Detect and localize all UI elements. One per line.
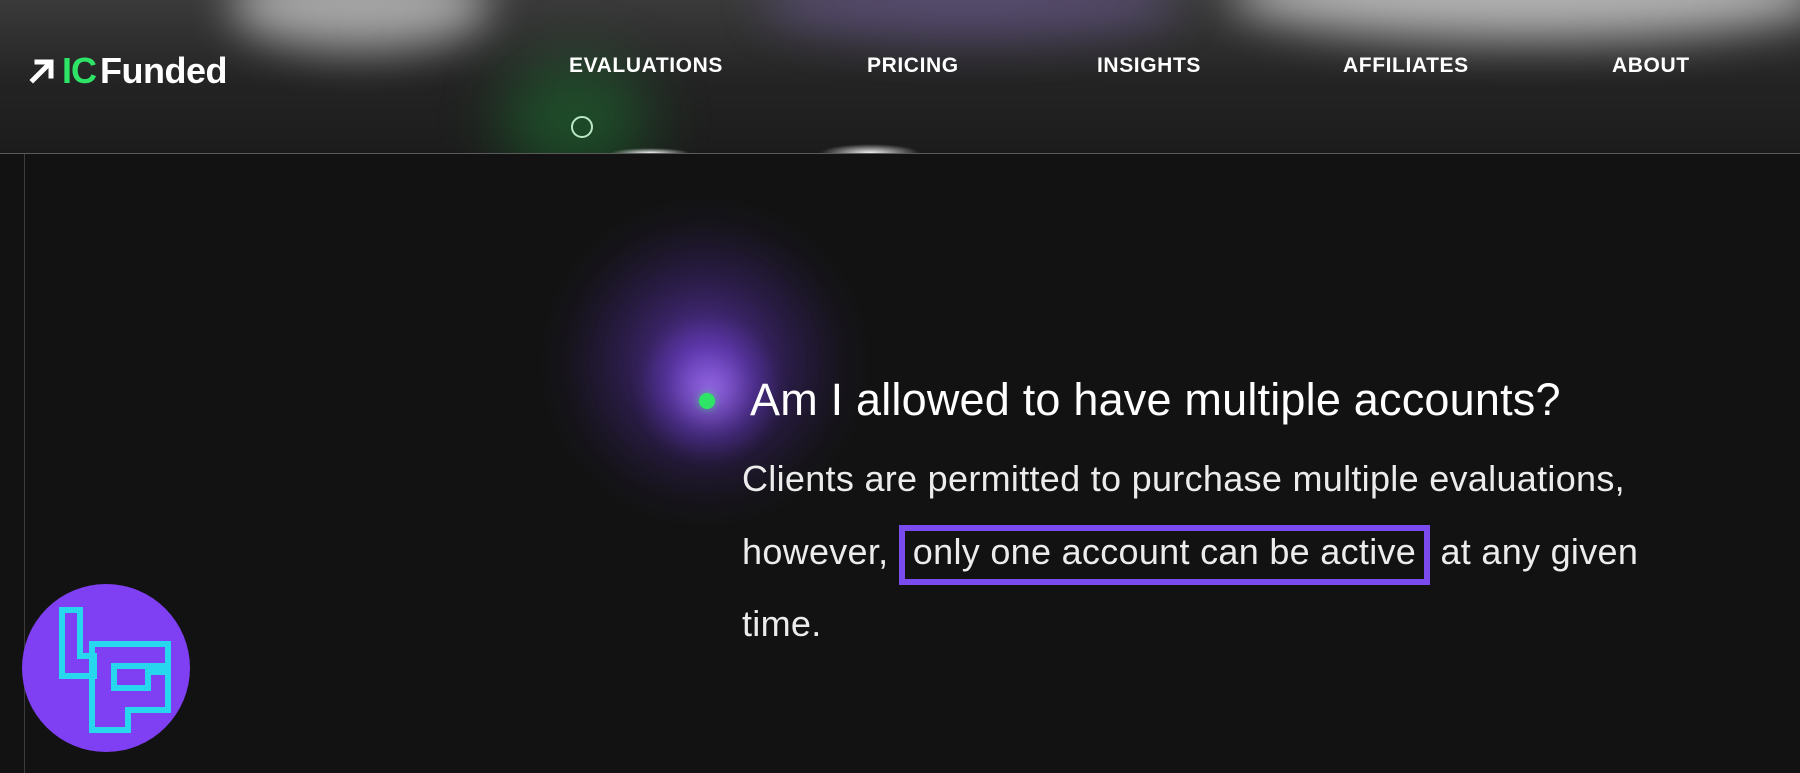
faq-question[interactable]: Am I allowed to have multiple accounts? — [750, 374, 1561, 426]
answer-text: at any given — [1430, 531, 1639, 572]
highlighted-answer-text: only one account can be active — [898, 525, 1431, 585]
faq-answer-line-2: however, only one account can be active … — [742, 525, 1782, 585]
main-nav: EVALUATIONS PRICING INSIGHTS AFFILIATES … — [0, 54, 1800, 84]
nav-pricing[interactable]: PRICING — [867, 54, 959, 78]
nav-about[interactable]: ABOUT — [1612, 54, 1690, 78]
faq-answer-line-1: Clients are permitted to purchase multip… — [742, 458, 1625, 499]
circle-outline-icon — [571, 116, 593, 138]
site-header: IC Funded EVALUATIONS PRICING INSIGHTS A… — [0, 0, 1800, 154]
header-divider — [0, 153, 1800, 154]
header-blur-decoration — [230, 0, 490, 50]
faq-answer-line-3: time. — [742, 603, 822, 644]
answer-text: however, — [742, 531, 899, 572]
nav-insights[interactable]: INSIGHTS — [1097, 54, 1201, 78]
tc-logo-icon — [59, 607, 171, 733]
header-blur-decoration — [1230, 0, 1800, 40]
dot-icon — [699, 393, 715, 409]
nav-affiliates[interactable]: AFFILIATES — [1343, 54, 1469, 78]
header-blur-decoration — [760, 0, 1180, 40]
nav-evaluations[interactable]: EVALUATIONS — [569, 54, 723, 78]
watermark-badge — [22, 584, 190, 752]
